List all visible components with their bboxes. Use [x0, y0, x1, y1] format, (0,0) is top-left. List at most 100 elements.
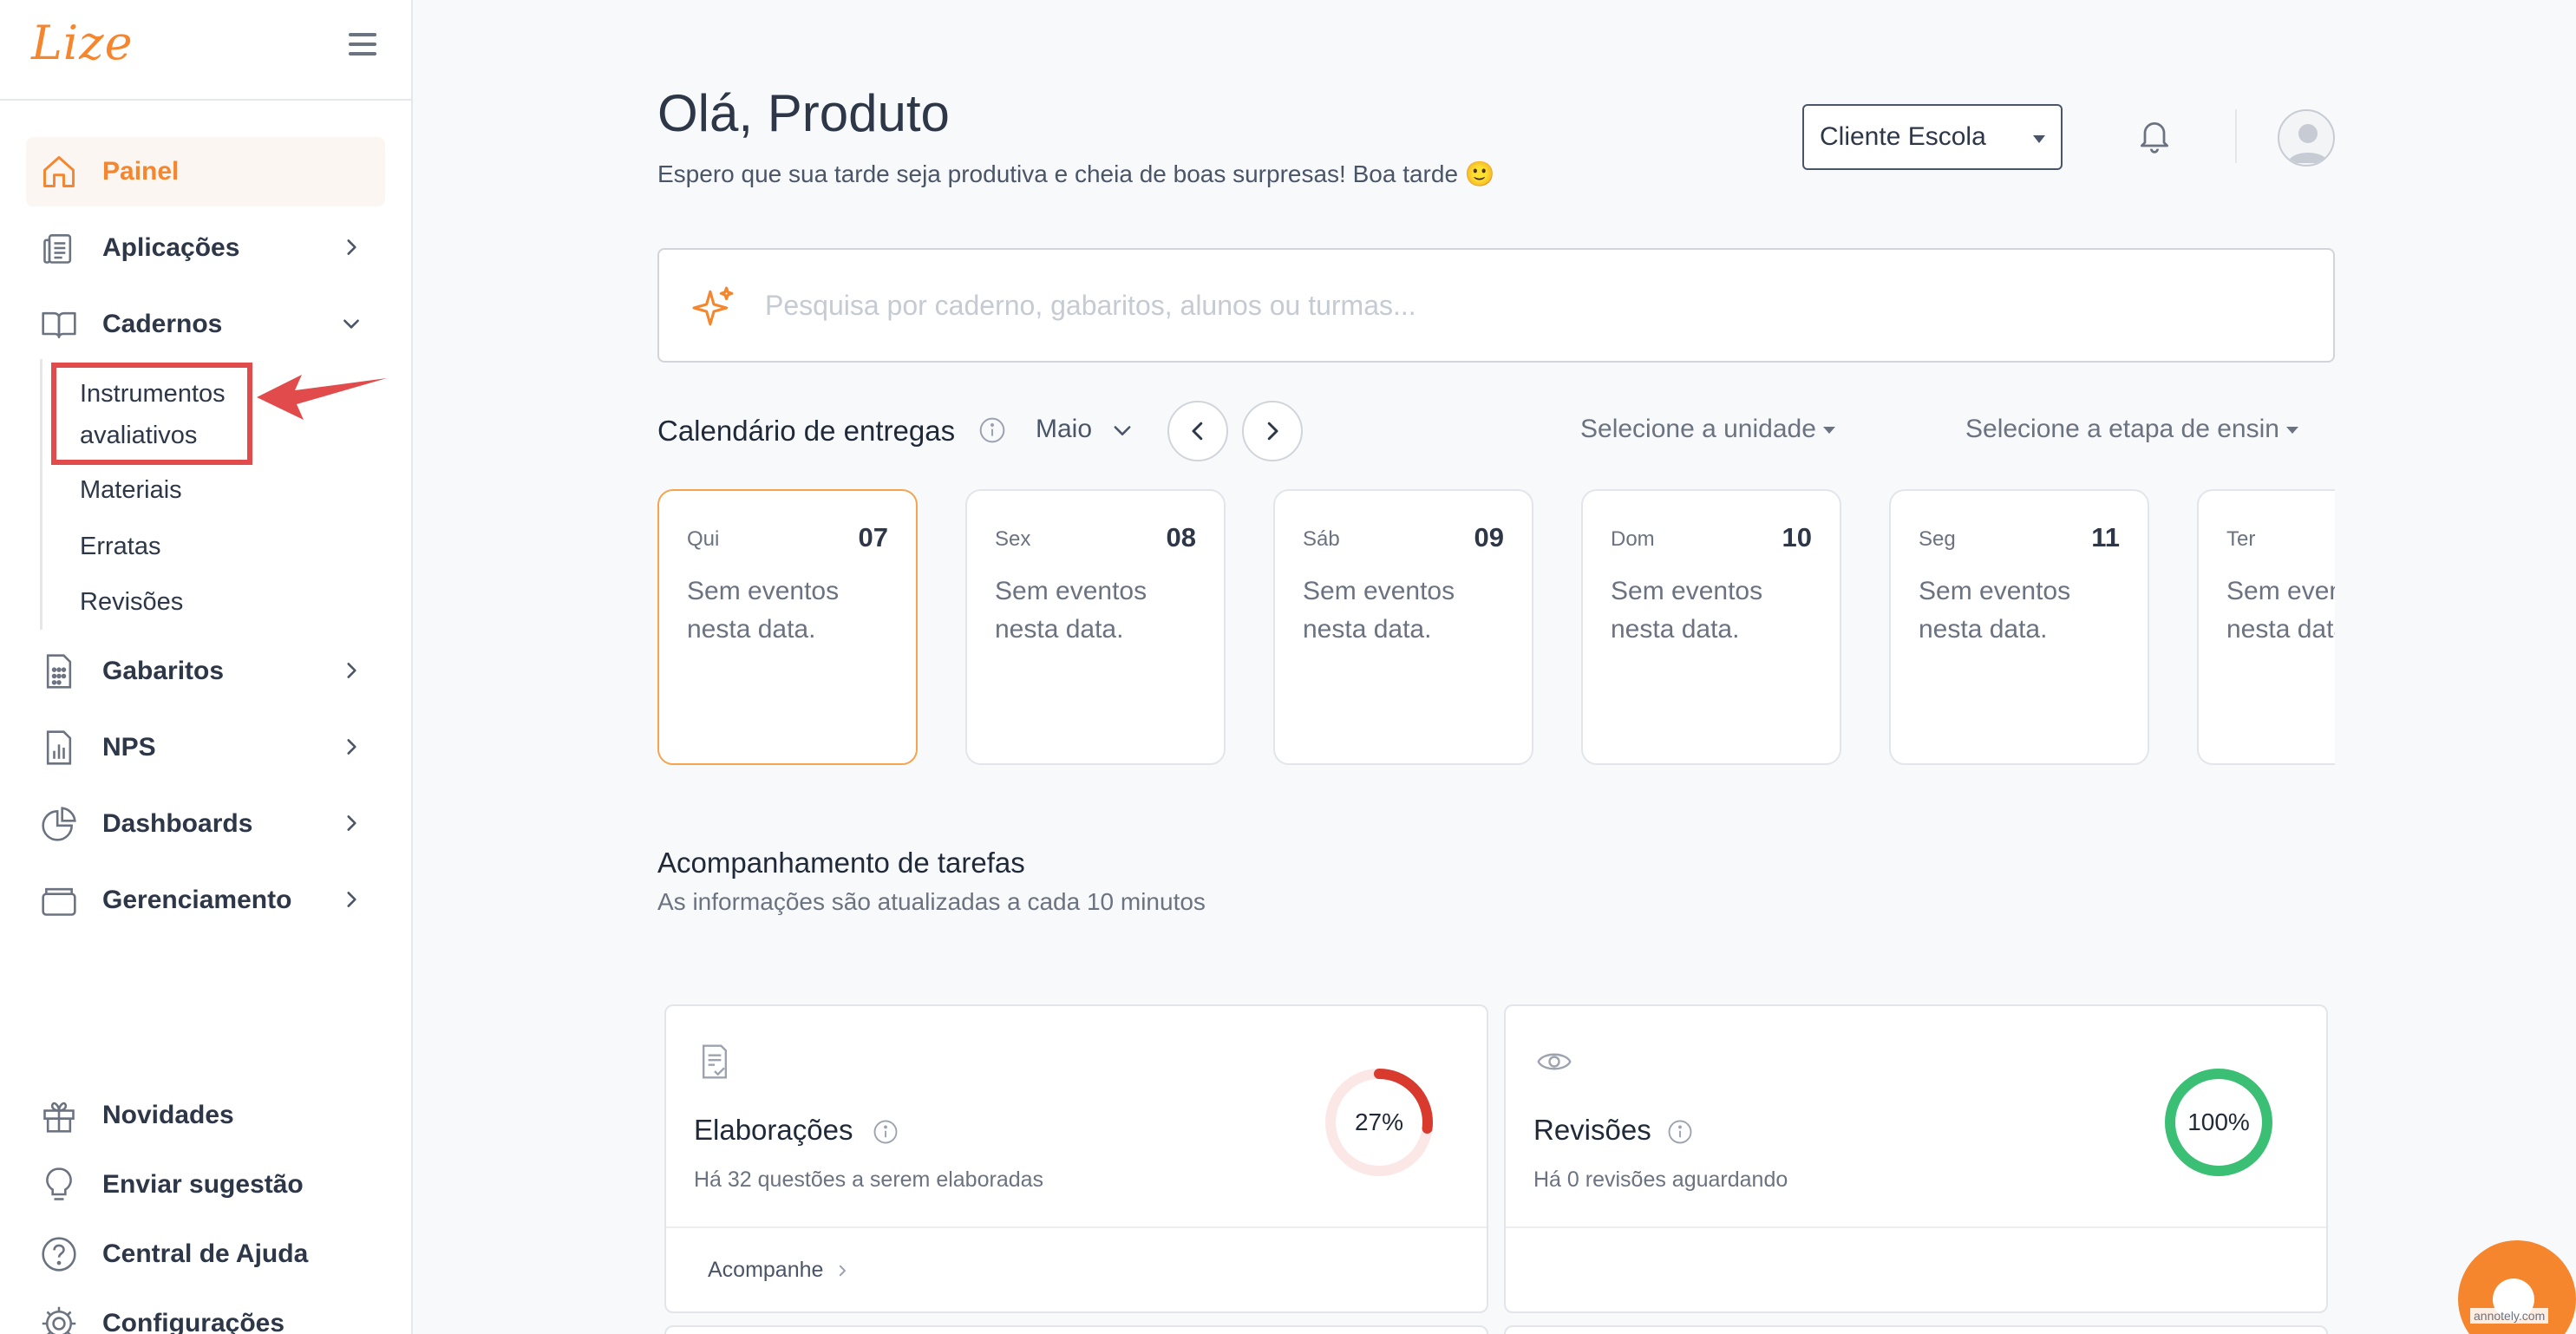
eye-icon	[1537, 1053, 1572, 1070]
day-number: 11	[2091, 522, 2120, 553]
submenu-item-materiais[interactable]: Materiais	[80, 469, 182, 511]
watermark: annotely.com	[2470, 1308, 2549, 1324]
caret-down-icon	[1822, 427, 1835, 435]
calendar-day-card[interactable]: Sex 08 Sem eventos nesta data.	[965, 489, 1226, 765]
gear-icon	[40, 1305, 78, 1334]
chevron-right-icon	[347, 663, 356, 678]
calendar-title: Calendário de entregas	[657, 415, 956, 447]
sidebar-item-painel[interactable]: Painel	[26, 137, 385, 206]
day-empty-message: Sem eventosnesta data.	[1919, 577, 2071, 644]
annotation-arrow-icon	[257, 375, 387, 420]
sidebar-header: Lize	[0, 0, 411, 101]
chevron-down-icon	[343, 319, 359, 329]
task-card-partial	[1504, 1325, 2328, 1334]
sidebar: Lize Painel Aplicações Cadernos Instrume…	[0, 0, 413, 1334]
info-icon[interactable]	[978, 416, 1006, 444]
help-circle-icon	[40, 1235, 78, 1273]
next-week-button[interactable]	[1242, 401, 1303, 461]
calendar-day-card[interactable]: Sáb 09 Sem eventos nesta data.	[1273, 489, 1533, 765]
calendar-day-card[interactable]: Seg 11 Sem eventos nesta data.	[1889, 489, 2149, 765]
stage-filter-label: Selecione a etapa de ensin	[1965, 415, 2279, 443]
sidebar-item-aplicacoes[interactable]: Aplicações	[26, 213, 385, 283]
sidebar-item-dashboards[interactable]: Dashboards	[26, 789, 385, 859]
chevron-right-icon	[347, 739, 356, 755]
avatar[interactable]	[2278, 109, 2335, 167]
caret-down-icon	[2033, 135, 2045, 143]
tasks-title: Acompanhamento de tarefas	[657, 847, 1025, 879]
task-card-partial	[664, 1325, 1488, 1334]
gift-icon	[40, 1096, 78, 1135]
chevron-left-icon	[1192, 422, 1203, 441]
day-number: 07	[858, 522, 888, 553]
task-card-title: Elaborações	[694, 1114, 853, 1146]
greeting-subtitle: Espero que sua tarde seja produtiva e ch…	[657, 160, 1495, 187]
day-empty-message: Sem eventosnesta data.	[1303, 577, 1455, 644]
tasks-subtitle: As informações são atualizadas a cada 10…	[657, 888, 1206, 915]
global-search[interactable]: Pesquisa por caderno, gabaritos, alunos …	[657, 248, 2335, 363]
sidebar-item-label: Novidades	[102, 1101, 234, 1129]
day-empty-message: Sem eventosnesta data.	[2226, 577, 2335, 644]
sidebar-item-label: Aplicações	[102, 233, 240, 262]
chart-file-icon	[40, 729, 78, 767]
calendar-day-card[interactable]: Ter Sem eventosnesta data.	[2197, 489, 2335, 765]
header-divider	[2235, 109, 2237, 163]
month-selector[interactable]: Maio	[1036, 415, 1092, 444]
sidebar-item-label: Dashboards	[102, 809, 253, 838]
sidebar-item-novidades[interactable]: Novidades	[26, 1081, 385, 1150]
clipboard-icon	[40, 229, 78, 267]
progress-percent: 100%	[2187, 1108, 2250, 1135]
unit-filter-label: Selecione a unidade	[1580, 415, 1816, 443]
sidebar-item-gabaritos[interactable]: Gabaritos	[26, 637, 385, 706]
sparkle-icon	[692, 286, 734, 326]
day-name: Dom	[1611, 527, 1655, 551]
follow-link[interactable]: Acompanhe	[708, 1258, 850, 1283]
day-name: Sáb	[1303, 527, 1340, 551]
day-name: Qui	[687, 527, 720, 551]
day-empty-message: Sem eventosnesta data.	[687, 577, 840, 644]
chevron-down-icon[interactable]	[1110, 418, 1134, 442]
day-name: Sex	[995, 527, 1031, 551]
calendar-day-card[interactable]: Dom 10 Sem eventos nesta data.	[1581, 489, 1841, 765]
lightbulb-icon	[40, 1166, 78, 1204]
sidebar-item-label: Central de Ajuda	[102, 1239, 309, 1268]
lize-logo[interactable]: Lize	[31, 16, 134, 70]
annotation-highlight-box	[51, 363, 252, 465]
caret-down-icon	[2285, 427, 2298, 435]
info-icon[interactable]	[1667, 1119, 1693, 1145]
prev-week-button[interactable]	[1167, 401, 1228, 461]
calendar-day-card[interactable]: Qui 07 Sem eventos nesta data.	[657, 489, 918, 765]
info-icon[interactable]	[873, 1119, 899, 1145]
task-card-subtitle: Há 32 questões a serem elaboradas	[694, 1167, 1044, 1192]
submenu-item-revisoes[interactable]: Revisões	[80, 581, 183, 623]
sidebar-item-enviar-sugestao[interactable]: Enviar sugestão	[26, 1150, 385, 1220]
sidebar-item-nps[interactable]: NPS	[26, 713, 385, 782]
task-card-title: Revisões	[1533, 1114, 1651, 1146]
submenu-rail	[40, 359, 42, 630]
chevron-right-icon	[840, 1265, 847, 1277]
sidebar-item-cadernos[interactable]: Cadernos	[26, 290, 385, 359]
day-empty-message: Sem eventosnesta data.	[995, 577, 1147, 644]
task-card-subtitle: Há 0 revisões aguardando	[1533, 1167, 1788, 1192]
task-card-revisoes: Revisões Há 0 revisões aguardando 100%	[1504, 1004, 2328, 1313]
page-title: Olá, Produto	[657, 84, 950, 142]
search-input[interactable]: Pesquisa por caderno, gabaritos, alunos …	[765, 290, 1416, 322]
card-divider	[666, 1226, 1487, 1228]
menu-toggle-icon[interactable]	[349, 33, 376, 56]
day-name: Ter	[2226, 527, 2256, 551]
progress-percent: 27%	[1354, 1108, 1404, 1135]
bell-icon[interactable]	[2135, 116, 2174, 156]
submenu-item-erratas[interactable]: Erratas	[80, 526, 160, 567]
day-name: Seg	[1919, 527, 1956, 551]
sidebar-item-configuracoes[interactable]: Configurações	[26, 1289, 385, 1334]
unit-filter[interactable]: Selecione a unidade	[1580, 415, 1835, 444]
client-select[interactable]: Cliente Escola	[1802, 104, 2063, 170]
sidebar-item-label: Gabaritos	[102, 657, 225, 685]
sidebar-item-central-ajuda[interactable]: Central de Ajuda	[26, 1220, 385, 1289]
day-number: 08	[1166, 522, 1196, 553]
pie-chart-icon	[40, 805, 78, 843]
sidebar-item-label: Enviar sugestão	[102, 1170, 304, 1199]
sidebar-item-gerenciamento[interactable]: Gerenciamento	[26, 866, 385, 935]
sidebar-item-label: Configurações	[102, 1309, 285, 1334]
stage-filter[interactable]: Selecione a etapa de ensin	[1965, 415, 2298, 444]
chevron-right-icon	[347, 892, 356, 907]
